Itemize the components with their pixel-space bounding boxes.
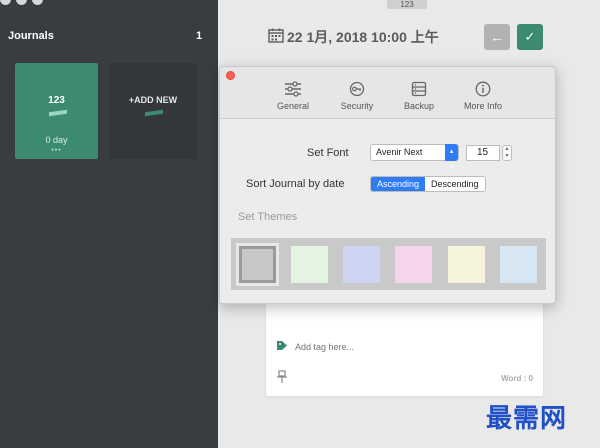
pin-icon[interactable] xyxy=(276,370,288,387)
top-title-pill: 123 xyxy=(387,0,427,9)
word-count: Word : 0 xyxy=(501,374,533,383)
tab-security[interactable]: Security xyxy=(334,81,380,111)
tab-general-label: General xyxy=(276,101,310,111)
set-font-label: Set Font xyxy=(307,147,349,159)
theme-swatch-green[interactable] xyxy=(291,246,328,283)
sliders-icon xyxy=(270,81,316,99)
window-controls xyxy=(0,0,43,5)
confirm-button[interactable]: ✓ xyxy=(517,24,543,50)
entry-editor: Word : 0 xyxy=(266,300,543,396)
font-size-field[interactable]: 15 xyxy=(466,145,500,161)
entry-date[interactable]: 22 1月, 2018 10:00 上午 xyxy=(268,27,439,47)
preferences-toolbar: General Security Backup More Info xyxy=(220,67,555,119)
back-button[interactable]: ← xyxy=(484,24,510,50)
theme-swatch-yellow[interactable] xyxy=(448,246,485,283)
journal-count: 1 xyxy=(196,30,203,42)
arrow-left-icon: ← xyxy=(490,29,504,45)
journal-card[interactable]: 123 0 day ••• xyxy=(15,63,98,159)
sidebar-title: Journals xyxy=(8,30,54,42)
tab-more-info[interactable]: More Info xyxy=(458,81,508,111)
sort-descending-button[interactable]: Descending xyxy=(425,177,485,191)
checkmark-icon: ✓ xyxy=(524,29,536,44)
sidebar: Journals 1 123 0 day ••• +ADD NEW xyxy=(0,0,218,448)
tab-backup[interactable]: Backup xyxy=(396,81,442,111)
sort-order-segmented-control: Ascending Descending xyxy=(370,176,486,192)
add-journal-label: +ADD NEW xyxy=(128,95,178,105)
tag-input[interactable] xyxy=(295,342,445,352)
journal-accent-mark xyxy=(49,109,67,117)
theme-swatch-gray[interactable] xyxy=(236,243,279,286)
set-themes-label: Set Themes xyxy=(238,211,298,223)
database-icon xyxy=(396,81,442,99)
journal-more-dots[interactable]: ••• xyxy=(15,147,98,154)
font-size-stepper[interactable]: ▴ ▾ xyxy=(502,145,512,161)
watermark-text: 最需网 xyxy=(486,404,568,434)
close-window-button[interactable] xyxy=(0,0,11,5)
add-journal-button[interactable]: +ADD NEW xyxy=(109,63,197,159)
journal-days: 0 day xyxy=(45,135,68,145)
tab-security-label: Security xyxy=(340,101,374,111)
chevron-updown-icon: ▴ ▾ xyxy=(445,144,458,171)
key-icon xyxy=(334,81,380,99)
theme-swatch-blue[interactable] xyxy=(343,246,380,283)
theme-picker xyxy=(231,238,546,290)
font-select-value: Avenir Next xyxy=(376,147,423,157)
sort-journal-label: Sort Journal by date xyxy=(246,178,345,190)
tag-icon xyxy=(276,340,288,354)
dialog-close-button[interactable] xyxy=(226,71,235,80)
calendar-icon xyxy=(268,28,284,46)
theme-swatch-pink[interactable] xyxy=(395,246,432,283)
preferences-dialog: General Security Backup More Info Set Fo… xyxy=(219,66,556,304)
tab-backup-label: Backup xyxy=(403,101,435,111)
tab-more-info-label: More Info xyxy=(463,101,503,111)
theme-swatch-lightblue[interactable] xyxy=(500,246,537,283)
add-journal-accent-mark xyxy=(145,109,163,117)
tab-general[interactable]: General xyxy=(270,81,316,111)
tag-row xyxy=(276,340,445,354)
zoom-window-button[interactable] xyxy=(32,0,43,5)
sort-ascending-button[interactable]: Ascending xyxy=(371,177,426,191)
minimize-window-button[interactable] xyxy=(16,0,27,5)
journal-name: 123 xyxy=(48,95,65,106)
general-settings-panel: Set Font Avenir Next ▴ ▾ 15 ▴ ▾ Sort Journ… xyxy=(220,120,555,303)
info-icon xyxy=(458,81,508,99)
entry-date-text: 22 1月, 2018 10:00 上午 xyxy=(287,29,439,45)
font-select[interactable]: Avenir Next ▴ ▾ xyxy=(370,144,459,171)
